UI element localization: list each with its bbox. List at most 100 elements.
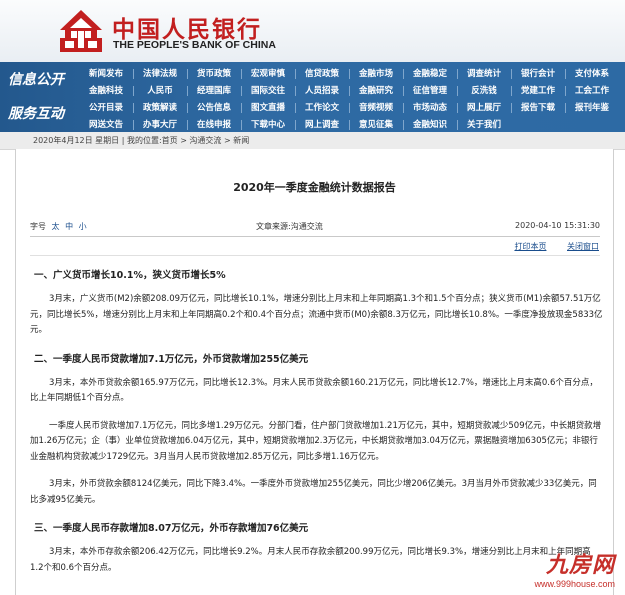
nav-separator bbox=[403, 120, 404, 130]
breadcrumb-text[interactable]: 2020年4月12日 星期日 | 我的位置:首页 > 沟通交流 > 新闻 bbox=[33, 136, 249, 145]
nav-item[interactable]: 意见征集 bbox=[350, 118, 402, 132]
nav-separator bbox=[511, 86, 512, 96]
nav-item[interactable]: 音频视频 bbox=[350, 101, 402, 115]
font-size-large-link[interactable]: 太 bbox=[52, 222, 60, 231]
nav-item[interactable]: 公告信息 bbox=[188, 101, 240, 115]
paragraph: 3月末，外币贷款余额8124亿美元，同比下降3.4%。一季度外币贷款增加255亿… bbox=[30, 479, 597, 505]
nav-item[interactable]: 法律法规 bbox=[134, 67, 186, 81]
nav-item[interactable]: 金融市场 bbox=[350, 67, 402, 81]
article-body: 一、广义货币增长10.1%，狭义货币增长5% 3月末，广义货币(M2)余额208.… bbox=[30, 267, 604, 588]
nav-label-info-disclosure: 信息公开 bbox=[8, 72, 64, 88]
nav-separator bbox=[187, 103, 188, 113]
nav-item[interactable]: 办事大厅 bbox=[134, 118, 186, 132]
article-source: 文章来源:沟通交流 bbox=[256, 222, 323, 231]
nav-item[interactable]: 反洗钱 bbox=[458, 84, 510, 98]
nav-separator bbox=[187, 69, 188, 79]
article-tools: 打印本页 关闭窗口 bbox=[496, 241, 599, 252]
article-container: 2020年一季度金融统计数据报告 字号 太 中 小 文章来源:沟通交流 2020… bbox=[15, 149, 614, 595]
nav-item[interactable]: 新闻发布 bbox=[80, 67, 132, 81]
nav-item[interactable]: 网上展厅 bbox=[458, 101, 510, 115]
nav-separator bbox=[457, 86, 458, 96]
section-heading: 一、广义货币增长10.1%，狭义货币增长5% bbox=[34, 270, 226, 281]
nav-separator bbox=[511, 69, 512, 79]
nav-item[interactable]: 图文直播 bbox=[242, 101, 294, 115]
nav-item[interactable]: 金融研究 bbox=[350, 84, 402, 98]
nav-item[interactable]: 报告下载 bbox=[512, 101, 564, 115]
nav-separator bbox=[241, 120, 242, 130]
nav-item[interactable]: 调查统计 bbox=[458, 67, 510, 81]
nav-separator bbox=[349, 120, 350, 130]
site-title-en[interactable]: THE PEOPLE'S BANK OF CHINA bbox=[113, 39, 276, 51]
nav-item[interactable]: 关于我们 bbox=[458, 118, 510, 132]
divider bbox=[30, 255, 600, 256]
nav-item[interactable]: 下载中心 bbox=[242, 118, 294, 132]
breadcrumb: 2020年4月12日 星期日 | 我的位置:首页 > 沟通交流 > 新闻 bbox=[0, 132, 625, 150]
nav-separator bbox=[241, 86, 242, 96]
nav-item[interactable]: 经理国库 bbox=[188, 84, 240, 98]
close-window-link[interactable]: 关闭窗口 bbox=[567, 242, 599, 251]
nav-item[interactable]: 货币政策 bbox=[188, 67, 240, 81]
nav-item[interactable]: 报刊年鉴 bbox=[566, 101, 618, 115]
nav-separator bbox=[565, 86, 566, 96]
font-size-medium-link[interactable]: 中 bbox=[65, 222, 73, 231]
font-size-control: 字号 太 中 小 bbox=[30, 221, 87, 232]
paragraph: 3月末，本外币存款余额206.42万亿元，同比增长9.2%。月末人民币存款余额2… bbox=[30, 547, 591, 573]
font-size-small-link[interactable]: 小 bbox=[79, 222, 87, 231]
nav-item[interactable]: 国际交往 bbox=[242, 84, 294, 98]
nav-separator bbox=[241, 103, 242, 113]
nav-item[interactable]: 银行会计 bbox=[512, 67, 564, 81]
nav-separator bbox=[295, 103, 296, 113]
nav-separator bbox=[133, 103, 134, 113]
nav-item[interactable]: 在线申报 bbox=[188, 118, 240, 132]
nav-item[interactable]: 征信管理 bbox=[404, 84, 456, 98]
nav-item[interactable]: 宏观审慎 bbox=[242, 67, 294, 81]
main-navigation: 信息公开 服务互动 新闻发布 法律法规 货币政策 宏观审慎 信贷政策 金融市场 金融稳定 调查… bbox=[0, 62, 625, 132]
print-page-link[interactable]: 打印本页 bbox=[514, 242, 546, 251]
section-heading: 三、一季度人民币存款增加8.07万亿元，外币存款增加76亿美元 bbox=[34, 523, 309, 534]
nav-item[interactable]: 信贷政策 bbox=[296, 67, 348, 81]
article-title: 2020年一季度金融统计数据报告 bbox=[233, 181, 396, 194]
nav-separator bbox=[241, 69, 242, 79]
nav-item[interactable]: 人员招录 bbox=[296, 84, 348, 98]
nav-item[interactable]: 工会工作 bbox=[566, 84, 618, 98]
watermark-url: www.999house.com bbox=[534, 579, 615, 589]
nav-separator bbox=[295, 69, 296, 79]
article-meta: 字号 太 中 小 文章来源:沟通交流 2020-04-10 15:31:30 bbox=[30, 221, 600, 233]
watermark: 九房网 www.999house.com bbox=[534, 547, 615, 589]
pboc-logo[interactable] bbox=[58, 8, 104, 54]
nav-item[interactable]: 公开目录 bbox=[80, 101, 132, 115]
nav-item[interactable]: 金融知识 bbox=[404, 118, 456, 132]
paragraph: 一季度人民币贷款增加7.1万亿元，同比多增1.29万亿元。分部门看，住户部门贷款… bbox=[30, 420, 602, 462]
nav-item[interactable]: 网送文告 bbox=[80, 118, 132, 132]
nav-item[interactable]: 工作论文 bbox=[296, 101, 348, 115]
nav-separator bbox=[403, 69, 404, 79]
nav-item[interactable]: 市场动态 bbox=[404, 101, 456, 115]
site-header: 中国人民银行 THE PEOPLE'S BANK OF CHINA bbox=[0, 0, 625, 62]
nav-separator bbox=[457, 69, 458, 79]
watermark-logo: 九房网 bbox=[545, 552, 615, 578]
nav-item[interactable]: 政策解读 bbox=[134, 101, 186, 115]
nav-separator bbox=[349, 69, 350, 79]
font-size-label: 字号 bbox=[30, 222, 46, 231]
paragraph: 3月末，本外币贷款余额165.97万亿元，同比增长12.3%。月末人民币贷款余额… bbox=[30, 377, 598, 404]
nav-separator bbox=[133, 69, 134, 79]
nav-item[interactable]: 金融科技 bbox=[80, 84, 132, 98]
nav-item[interactable]: 网上调查 bbox=[296, 118, 348, 132]
nav-separator bbox=[133, 120, 134, 130]
divider bbox=[30, 236, 600, 237]
nav-separator bbox=[565, 103, 566, 113]
nav-label-service-interaction: 服务互动 bbox=[8, 106, 64, 122]
nav-separator bbox=[295, 86, 296, 96]
nav-separator bbox=[295, 120, 296, 130]
nav-item[interactable]: 支付体系 bbox=[566, 67, 618, 81]
nav-separator bbox=[349, 103, 350, 113]
article-date: 2020-04-10 15:31:30 bbox=[515, 221, 600, 230]
nav-item[interactable]: 党建工作 bbox=[512, 84, 564, 98]
nav-separator bbox=[511, 103, 512, 113]
nav-separator bbox=[457, 120, 458, 130]
nav-separator bbox=[133, 86, 134, 96]
nav-separator bbox=[403, 86, 404, 96]
nav-item[interactable]: 金融稳定 bbox=[404, 67, 456, 81]
nav-item[interactable]: 人民币 bbox=[134, 84, 186, 98]
paragraph: 3月末，广义货币(M2)余额208.09万亿元，同比增长10.1%，增速分别比上… bbox=[30, 294, 603, 335]
